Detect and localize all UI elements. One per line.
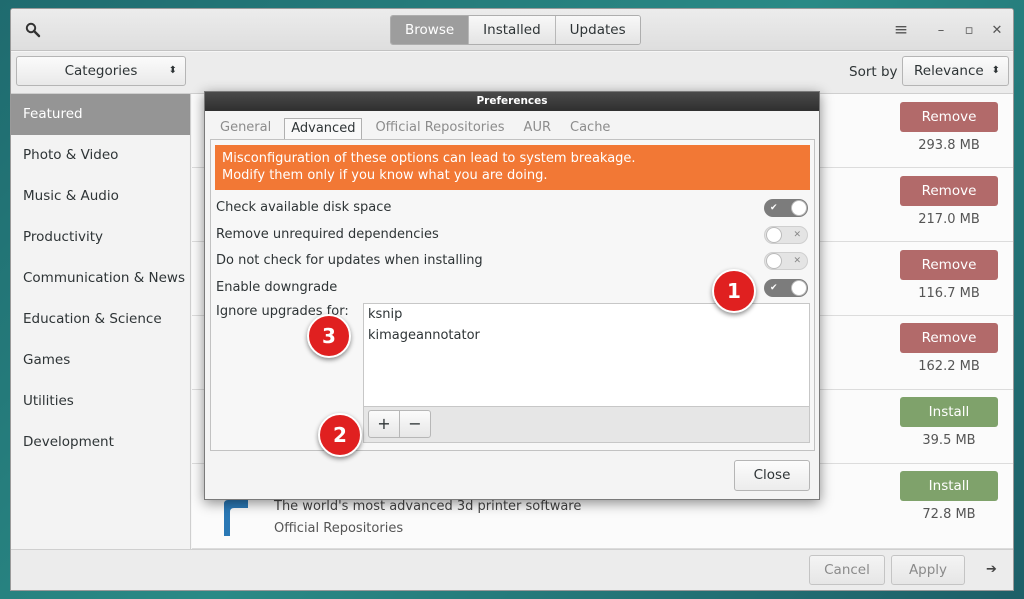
option-enable-downgrade-label: Enable downgrade: [216, 280, 338, 295]
add-package-button[interactable]: +: [368, 410, 400, 438]
toggle-knob: [791, 200, 807, 216]
ignore-upgrades-list[interactable]: ksnip kimageannotator: [363, 303, 810, 407]
toggle-knob: [766, 253, 782, 269]
warning-line-2: Modify them only if you know what you ar…: [222, 168, 548, 183]
no-update-check-toggle[interactable]: ✕: [764, 252, 808, 270]
warning-banner: Misconfiguration of these options can le…: [215, 145, 810, 190]
dialog-overlay: Preferences General Advanced Official Re…: [0, 0, 1024, 599]
option-remove-deps-label: Remove unrequired dependencies: [216, 227, 439, 242]
remove-package-button[interactable]: −: [399, 410, 431, 438]
dialog-title: Preferences: [205, 92, 819, 111]
tab-general[interactable]: General: [214, 118, 277, 140]
option-disk-space-label: Check available disk space: [216, 200, 392, 215]
check-icon: ✔: [770, 203, 778, 213]
tab-advanced[interactable]: Advanced: [284, 118, 363, 140]
annotation-marker-2: 2: [318, 413, 362, 457]
list-item[interactable]: kimageannotator: [364, 325, 809, 346]
preferences-tabs: General Advanced Official Repositories A…: [214, 118, 623, 140]
enable-downgrade-toggle[interactable]: ✔: [764, 279, 808, 297]
toggle-knob: [791, 280, 807, 296]
tab-official-repositories[interactable]: Official Repositories: [369, 118, 510, 140]
list-toolbar: + −: [363, 407, 810, 443]
cross-icon: ✕: [793, 256, 801, 266]
annotation-marker-1: 1: [712, 269, 756, 313]
tab-aur[interactable]: AUR: [518, 118, 557, 140]
remove-deps-toggle[interactable]: ✕: [764, 226, 808, 244]
close-button[interactable]: Close: [734, 460, 810, 491]
disk-space-toggle[interactable]: ✔: [764, 199, 808, 217]
annotation-marker-3: 3: [307, 314, 351, 358]
tab-cache[interactable]: Cache: [564, 118, 616, 140]
toggle-knob: [766, 227, 782, 243]
check-icon: ✔: [770, 283, 778, 293]
option-no-update-check-label: Do not check for updates when installing: [216, 253, 483, 268]
cross-icon: ✕: [793, 230, 801, 240]
warning-line-1: Misconfiguration of these options can le…: [222, 151, 636, 166]
